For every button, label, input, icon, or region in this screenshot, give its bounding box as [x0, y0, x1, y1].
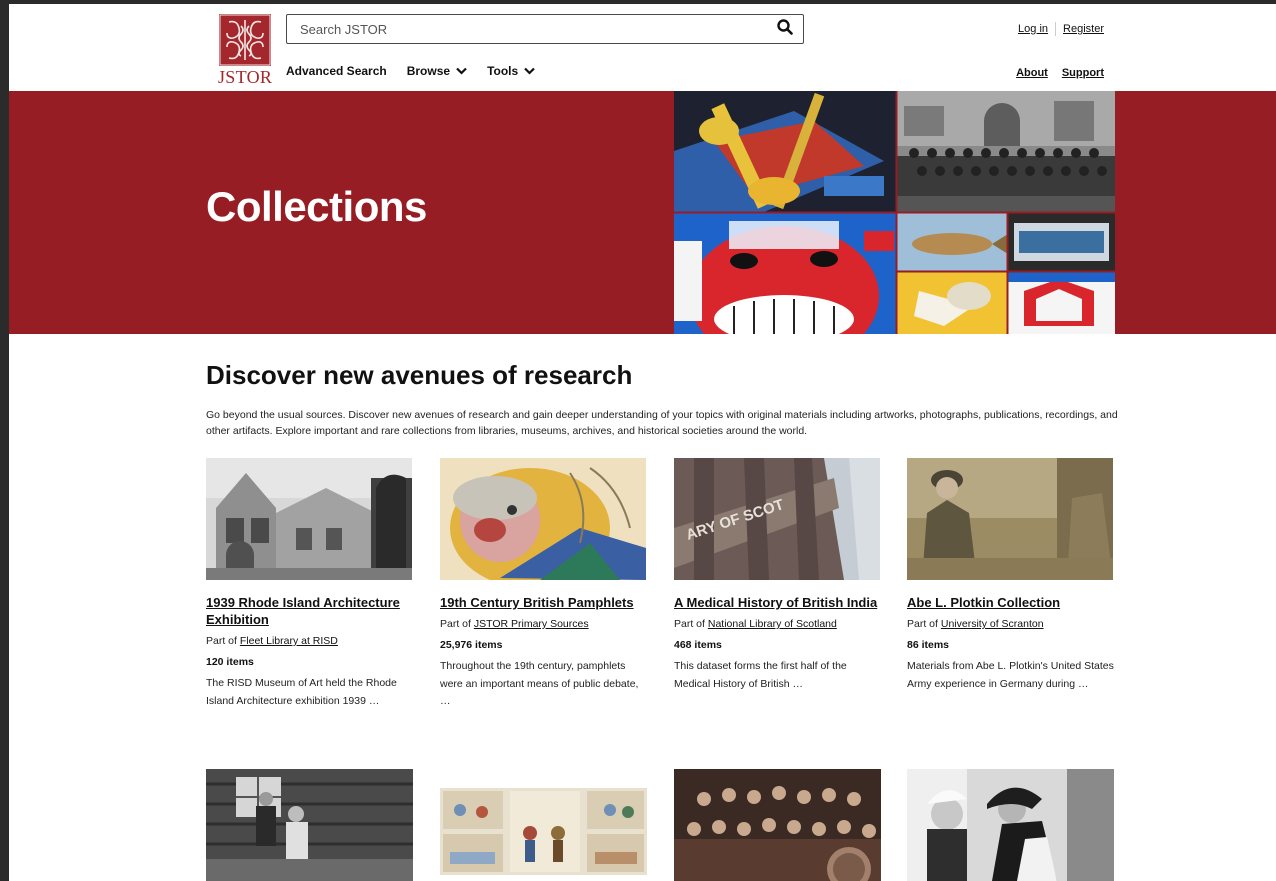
collection-title-link[interactable]: 1939 Rhode Island Architecture Exhibitio… [206, 594, 416, 628]
part-of-label: Part of [206, 635, 237, 647]
collection-card: 19th Century British Pamphlets Part of J… [440, 458, 650, 711]
nav-advanced-search-label: Advanced Search [286, 64, 387, 78]
section-heading: Discover new avenues of research [206, 360, 633, 390]
search-button[interactable] [767, 15, 803, 43]
collection-description: The RISD Museum of Art held the Rhode Is… [206, 677, 397, 707]
collection-thumbnail[interactable] [440, 788, 647, 875]
account-links: Log in Register [1018, 22, 1104, 36]
collection-description: Materials from Abe L. Plotkin's United S… [907, 660, 1114, 690]
chevron-down-icon [524, 67, 535, 75]
collection-title-link[interactable]: Abe L. Plotkin Collection [907, 594, 1117, 611]
search-icon [777, 18, 793, 40]
nav-advanced-search[interactable]: Advanced Search [286, 64, 387, 78]
jstor-logo[interactable]: JSTOR [218, 14, 272, 88]
collection-thumbnail[interactable] [206, 458, 412, 580]
collection-source-link[interactable]: Fleet Library at RISD [240, 635, 338, 647]
collection-source: Part of National Library of Scotland [674, 618, 884, 630]
nav-browse-label: Browse [406, 64, 451, 78]
item-count: 120 items [206, 656, 254, 668]
nav-tools-label: Tools [487, 64, 519, 78]
item-count: 468 items [674, 639, 722, 651]
collection-source: Part of Fleet Library at RISD [206, 635, 416, 647]
login-link[interactable]: Log in [1018, 23, 1048, 35]
page: JSTOR Advanced Search Browse Tools [9, 4, 1276, 881]
collection-source: Part of JSTOR Primary Sources [440, 618, 650, 630]
collection-title-link[interactable]: A Medical History of British India [674, 594, 884, 611]
collection-card: ARY OF SCOT A Medical History of British… [674, 458, 884, 693]
collection-card: 1939 Rhode Island Architecture Exhibitio… [206, 458, 416, 710]
collection-card: Abe L. Plotkin Collection Part of Univer… [907, 458, 1117, 693]
section-intro: Go beyond the usual sources. Discover ne… [206, 409, 1118, 437]
item-count: 86 items [907, 639, 950, 651]
chevron-down-icon [456, 67, 467, 75]
item-count: 25,976 items [440, 639, 503, 651]
collection-source-link[interactable]: University of Scranton [941, 618, 1044, 630]
collection-source: Part of University of Scranton [907, 618, 1117, 630]
nav-tools-menu[interactable]: Tools [487, 64, 535, 78]
search-input[interactable] [287, 16, 767, 42]
logo-wordmark: JSTOR [218, 67, 273, 87]
hero-collage-image [674, 91, 1115, 334]
part-of-label: Part of [674, 618, 705, 630]
collection-thumbnail[interactable] [206, 769, 413, 881]
collection-source-link[interactable]: JSTOR Primary Sources [474, 618, 589, 630]
collection-source-link[interactable]: National Library of Scotland [708, 618, 837, 630]
collection-description: Throughout the 19th century, pamphlets w… [440, 660, 639, 707]
part-of-label: Part of [440, 618, 471, 630]
main-nav: Advanced Search Browse Tools [286, 64, 555, 78]
support-link[interactable]: Support [1062, 67, 1104, 79]
collection-description: This dataset forms the first half of the… [674, 660, 847, 690]
hero-banner: Collections [9, 91, 1276, 334]
about-link[interactable]: About [1016, 67, 1048, 79]
logo-emblem [219, 14, 271, 66]
part-of-label: Part of [907, 618, 938, 630]
collection-thumbnail[interactable] [674, 769, 881, 881]
collection-title-link[interactable]: 19th Century British Pamphlets [440, 594, 650, 611]
page-title: Collections [206, 183, 427, 230]
divider [1055, 22, 1057, 36]
register-link[interactable]: Register [1063, 23, 1104, 35]
collection-thumbnail[interactable] [907, 458, 1113, 580]
search-bar [286, 14, 804, 44]
nav-browse-menu[interactable]: Browse [407, 64, 467, 78]
collection-thumbnail[interactable]: ARY OF SCOT [674, 458, 880, 580]
collection-thumbnail[interactable] [440, 458, 646, 580]
collection-thumbnail[interactable] [907, 769, 1114, 881]
help-links: About Support [1016, 67, 1104, 79]
